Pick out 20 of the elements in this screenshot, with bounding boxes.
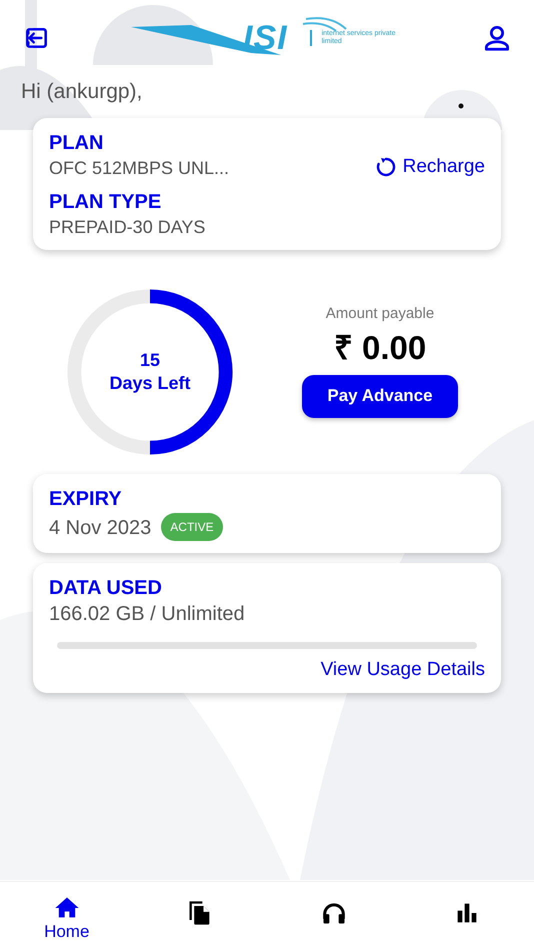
pay-advance-button[interactable]: Pay Advance <box>302 374 458 418</box>
amount-value: ₹ 0.00 <box>334 328 426 368</box>
profile-icon[interactable] <box>482 23 512 53</box>
recharge-link[interactable]: Recharge <box>374 155 485 179</box>
status-badge: ACTIVE <box>161 513 223 541</box>
greeting-text: Hi (ankurgp), <box>21 80 144 104</box>
plan-name: OFC 512MBPS UNL... <box>49 158 230 179</box>
plan-label: PLAN <box>49 132 104 155</box>
nav-tab[interactable]: Home <box>0 882 134 950</box>
expiry-label: EXPIRY <box>49 488 123 511</box>
usage-details-link[interactable]: View Usage Details <box>320 659 485 681</box>
expiry-date: 4 Nov 2023 <box>49 517 152 540</box>
amount-label: Amount payable <box>326 304 434 322</box>
plan-type-value: PREPAID-30 DAYS <box>49 217 206 238</box>
days-count: 15 <box>140 349 160 372</box>
data-used-value: 166.02 GB / Unlimited <box>49 603 246 626</box>
data-used-label: DATA USED <box>49 577 163 600</box>
days-label: Days Left <box>109 372 191 395</box>
logout-icon[interactable] <box>24 25 50 51</box>
plan-type-label: PLAN TYPE <box>49 191 162 214</box>
